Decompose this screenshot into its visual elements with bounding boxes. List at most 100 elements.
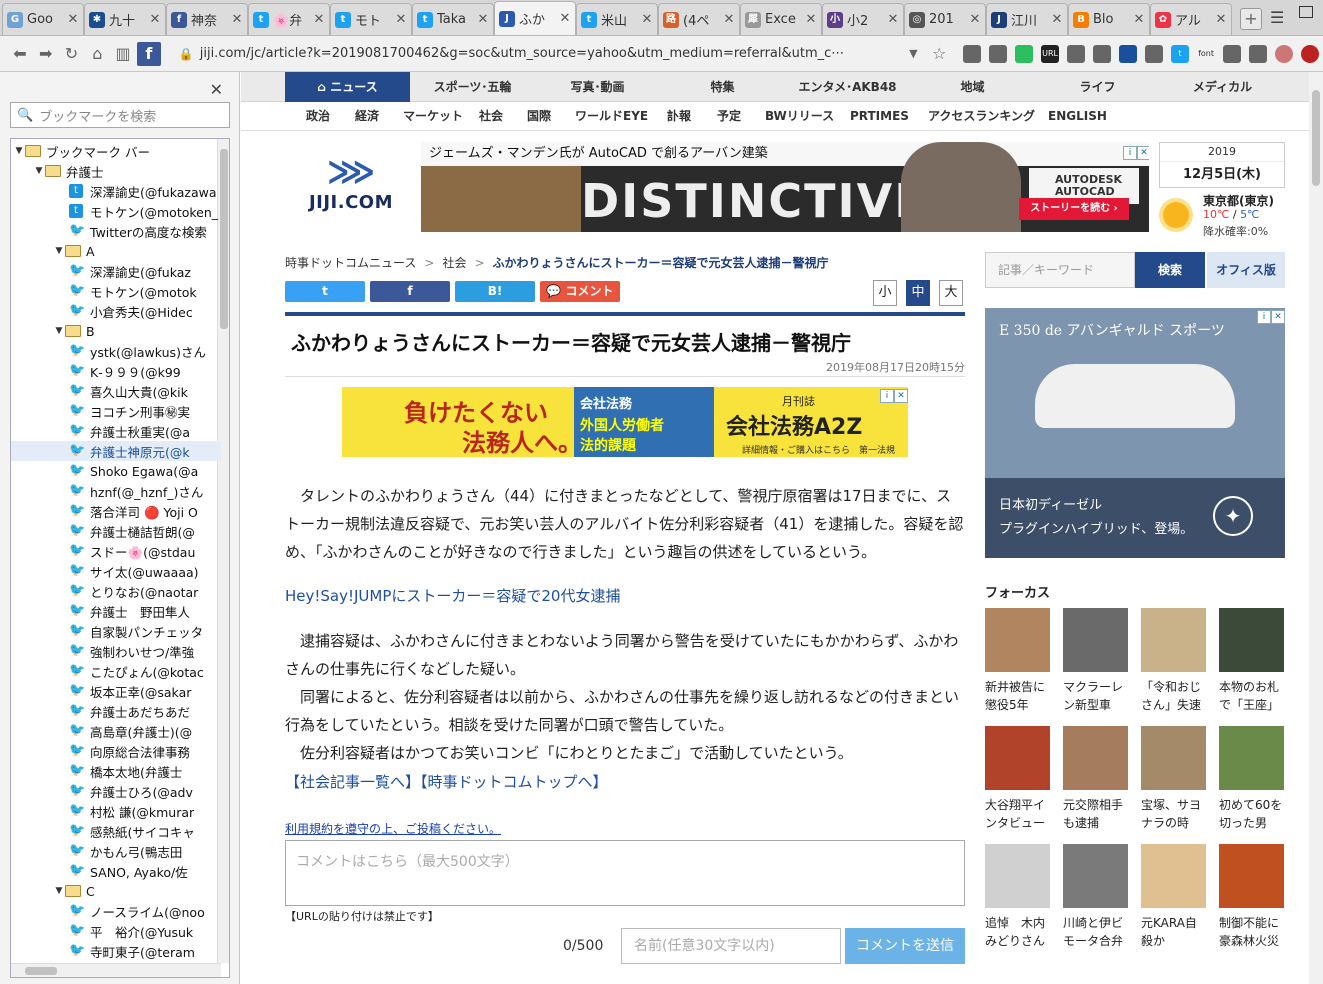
focus-item[interactable]: 「令和おじさん」失速 [1141,608,1207,714]
page-scroll-thumb[interactable] [1312,90,1320,186]
crumb-home[interactable]: 時事ドットコムニュース [285,256,416,270]
focus-item[interactable]: 新井被告に懲役5年 [985,608,1051,714]
page-scrollbar[interactable] [1309,72,1323,984]
tab-close-icon[interactable]: ✕ [969,12,981,27]
tab-close-icon[interactable]: ✕ [1133,12,1145,27]
tab-close-icon[interactable]: ✕ [67,12,79,27]
tab[interactable]: t Taka ✕ [412,3,494,35]
sub-nav-item[interactable]: ENGLISH [1048,102,1107,131]
tree-hscroll-thumb[interactable] [25,967,57,975]
bookmark-item[interactable]: 🐦 モトケン(@motok [11,281,221,301]
facebook-icon[interactable]: f [136,41,161,66]
category-links[interactable]: 【社会記事一覧へ】【時事ドットコムトップへ】 [285,771,608,792]
bookmark-item[interactable]: 🐦 こたぴょん(@kotac [11,661,221,681]
tab[interactable]: t 🌸弁 ✕ [248,3,330,35]
font-small-button[interactable]: 小 [873,280,897,306]
bookmark-folder[interactable]: ▼ 弁護士 [11,161,221,181]
tab-close-icon[interactable]: ✕ [1215,12,1227,27]
expand-triangle-icon[interactable]: ▼ [53,246,65,256]
bookmark-folder[interactable]: ▼ C [11,881,221,901]
main-nav-item[interactable]: エンタメ･AKB48 [785,72,910,102]
name-input[interactable]: 名前(任意30文字以内) [621,928,841,964]
restore-window-icon[interactable] [1299,6,1313,18]
bookmark-item[interactable]: 🐦 ヨコチン刑事㊙実 [11,401,221,421]
bookmark-item[interactable]: 🐦 かもん弓(鴨志田 [11,841,221,861]
main-nav-item[interactable]: ⌂ ニュース [285,72,410,102]
focus-item[interactable]: 宝塚、サヨナラの時 [1141,726,1207,832]
ad-info-icon[interactable]: i [880,389,894,403]
tab-close-icon[interactable]: ✕ [477,12,489,27]
bookmark-item[interactable]: t モトケン(@motoken_ [11,201,221,221]
ext-7-icon[interactable] [1119,44,1138,63]
bookmark-item[interactable]: 🐦 弁護士ひろ(@adv [11,781,221,801]
focus-item[interactable]: 元KARA自殺か [1141,844,1207,950]
top-banner-ad[interactable]: ジェームズ・マンデン氏が AutoCAD で創るアーバン建築 DISTINCTI… [421,142,1149,232]
bookmark-item[interactable]: 🐦 強制わいせつ/準強 [11,641,221,661]
bookmark-item[interactable]: 🐦 Shoko Egawa(@a [11,461,221,481]
focus-item[interactable]: 本物のお札で「王座」 [1219,608,1285,714]
sub-nav-item[interactable]: PRTIMES [850,102,909,131]
sub-nav-item[interactable]: 政治 [306,102,330,131]
bookmark-item[interactable]: 🐦 小倉秀夫(@Hidec [11,301,221,321]
focus-item[interactable]: 追悼 木内みどりさん [985,844,1051,950]
focus-item[interactable]: 川崎と伊ビモータ合弁 [1063,844,1129,950]
ext-11-icon[interactable] [1223,44,1242,63]
bookmark-item[interactable]: 🐦 平 裕介(@Yusuk [11,921,221,941]
main-nav-item[interactable]: 写真･動画 [535,72,660,102]
tab-close-icon[interactable]: ✕ [723,12,735,27]
tab[interactable]: B Blo ✕ [1068,3,1150,35]
weather-widget[interactable]: 東京都(東京) 10℃ / 5℃ 降水確率:0% [1159,192,1289,242]
bookmark-item[interactable]: 🐦 ystk(@lawkus)さん [11,341,221,361]
send-comment-button[interactable]: コメントを送信 [845,928,965,964]
bookmark-item[interactable]: 🐦 深澤諭史(@fukaz [11,261,221,281]
font-icon[interactable]: font [1197,44,1216,63]
bookmark-item[interactable]: 🐦 自家製パンチェッタ [11,621,221,641]
tab-close-icon[interactable]: ✕ [149,12,161,27]
dropdown-icon[interactable]: ▼ [901,42,925,66]
tab[interactable]: f 神奈 ✕ [166,3,248,35]
comment-button[interactable]: 💬 コメント [540,281,620,302]
tab[interactable]: J 江川 ✕ [986,3,1068,35]
forward-icon[interactable]: ➡ [34,42,58,66]
ad-close-icon[interactable]: ✕ [1137,146,1149,160]
tab-close-icon[interactable]: ✕ [231,12,243,27]
address-bar[interactable]: 🔒 jiji.com/jc/article?k=2019081700462&g=… [173,41,902,67]
tab-close-icon[interactable]: ✕ [887,12,899,27]
ad-info-icon[interactable]: i [1123,146,1137,160]
site-search-button[interactable]: 検索 [1135,252,1205,288]
main-nav-item[interactable]: メディカル [1160,72,1285,102]
tab[interactable]: t モト ✕ [330,3,412,35]
tab[interactable]: 犀 Exce ✕ [740,3,822,35]
bookmark-search-input[interactable]: 🔍 ブックマークを検索 [10,102,230,128]
ext-8-icon[interactable] [1145,44,1164,63]
bookmark-item[interactable]: 🐦 寺町東子(@teram [11,941,221,961]
bookmarks-icon[interactable]: ▥ [111,42,135,66]
ext-14-icon[interactable] [1301,44,1320,63]
bookmark-item[interactable]: 🐦 とりなお(@naotar [11,581,221,601]
tab[interactable]: ✿ アル ✕ [1150,3,1232,35]
tab-close-icon[interactable]: ✕ [641,12,653,27]
sub-nav-item[interactable]: 国際 [527,102,551,131]
bookmark-item[interactable]: 🐦 高島章(弁護士)(@ [11,721,221,741]
terms-link[interactable]: 利用規約を遵守の上、ご投稿ください。 [285,820,501,837]
bookmark-item[interactable]: 🐦 感熱紙(サイコキャ [11,821,221,841]
bookmark-item[interactable]: 🐦 坂本正幸(@sakar [11,681,221,701]
focus-item[interactable]: 初めて60を切った男 [1219,726,1285,832]
ad-mid-link[interactable]: 詳細情報・ご購入はこちら 第一法規 [742,443,895,456]
sub-nav-item[interactable]: 訃報 [667,102,691,131]
sub-nav-item[interactable]: ワールドEYE [575,102,648,131]
bookmark-item[interactable]: 🐦 弁護士あだちあだ [11,701,221,721]
menu-icon[interactable]: ☰ [1270,8,1284,27]
focus-item[interactable]: 制御不能に豪森林火災 [1219,844,1285,950]
site-logo[interactable]: ⋙ JIJI.COM [291,152,411,224]
ext-1-icon[interactable] [963,44,982,63]
ad-close-icon[interactable]: ✕ [894,389,908,403]
expand-triangle-icon[interactable]: ▼ [33,166,45,176]
ext-5-icon[interactable] [1067,44,1086,63]
bookmark-item[interactable]: 🐦 村松 謙(@kmurar [11,801,221,821]
ext-2-icon[interactable] [989,44,1008,63]
sub-nav-item[interactable]: BWリリース [765,102,834,131]
twitter-icon[interactable]: t [1171,44,1190,63]
focus-item[interactable]: マクラーレン新型車 [1063,608,1129,714]
tab-close-icon[interactable]: ✕ [805,12,817,27]
